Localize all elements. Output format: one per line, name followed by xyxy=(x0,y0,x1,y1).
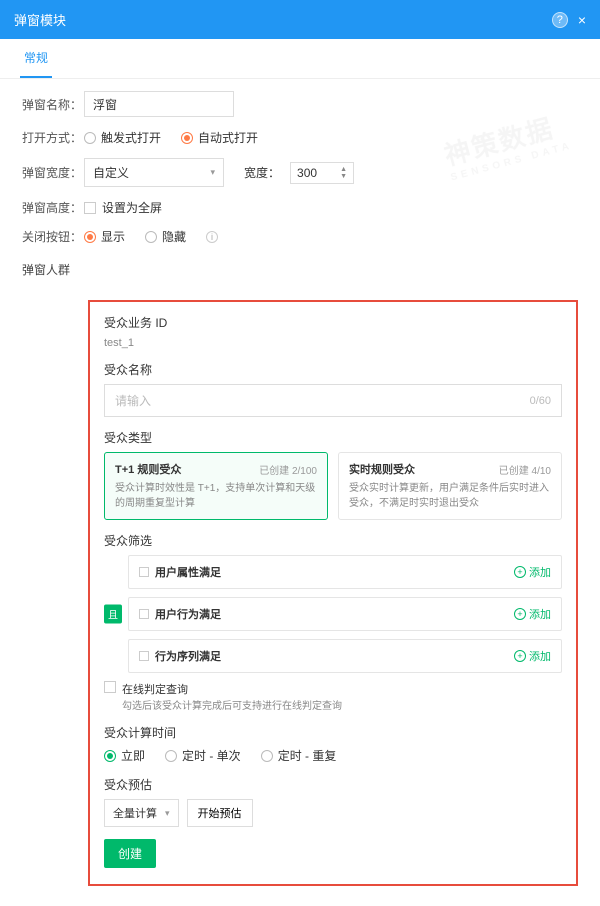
estimate-label: 受众预估 xyxy=(104,776,562,793)
chevron-down-icon[interactable]: ▼ xyxy=(340,173,347,180)
char-counter: 0/60 xyxy=(530,395,551,407)
checkbox-icon[interactable] xyxy=(139,651,149,661)
audience-panel: 受众业务 ID test_1 受众名称 请输入 0/60 受众类型 T+1 规则… xyxy=(88,300,578,886)
calc-time-label: 受众计算时间 xyxy=(104,724,562,741)
radio-icon xyxy=(181,132,193,144)
radio-icon xyxy=(165,750,177,762)
online-check-desc: 勾选后该受众计算完成后可支持进行在线判定查询 xyxy=(122,697,342,712)
close-show[interactable]: 显示 xyxy=(84,228,125,245)
calc-now[interactable]: 立即 xyxy=(104,747,145,764)
popup-name-input[interactable] xyxy=(84,91,234,117)
open-mode-label: 打开方式： xyxy=(22,129,84,146)
filter-label: 受众筛选 xyxy=(104,532,562,549)
radio-icon xyxy=(84,231,96,243)
radio-icon xyxy=(84,132,96,144)
filter-row-behavior-sequence: 行为序列满足 + 添加 xyxy=(128,639,562,673)
radio-icon xyxy=(261,750,273,762)
biz-id-label: 受众业务 ID xyxy=(104,314,562,331)
calc-once[interactable]: 定时 - 单次 xyxy=(165,747,241,764)
tabs: 常规 xyxy=(0,39,600,79)
modal-header: 弹窗模块 ? × xyxy=(0,0,600,39)
chevron-down-icon: ▾ xyxy=(210,167,215,178)
plus-icon: + xyxy=(514,566,526,578)
popup-height-label: 弹窗高度： xyxy=(22,199,84,216)
biz-id-value: test_1 xyxy=(104,337,562,349)
radio-icon xyxy=(145,231,157,243)
and-chip: 且 xyxy=(104,605,122,624)
close-hide[interactable]: 隐藏 xyxy=(145,228,186,245)
close-icon[interactable]: × xyxy=(578,13,586,27)
type-card-realtime[interactable]: 实时规则受众 已创建 4/10 受众实时计算更新，用户满足条件后实时进入受众，不… xyxy=(338,452,562,520)
help-icon[interactable]: ? xyxy=(552,12,568,28)
checkbox-icon[interactable] xyxy=(139,609,149,619)
audience-section-label: 弹窗人群 xyxy=(22,261,84,278)
open-mode-auto[interactable]: 自动式打开 xyxy=(181,129,258,146)
chevron-down-icon: ▾ xyxy=(165,808,170,819)
tab-general[interactable]: 常规 xyxy=(20,39,52,78)
modal-title: 弹窗模块 xyxy=(14,10,66,29)
audience-name-input[interactable]: 请输入 0/60 xyxy=(104,384,562,417)
start-estimate-button[interactable]: 开始预估 xyxy=(187,799,253,827)
checkbox-icon[interactable] xyxy=(139,567,149,577)
audience-name-label: 受众名称 xyxy=(104,361,562,378)
width-sub-label: 宽度： xyxy=(244,164,280,181)
plus-icon: + xyxy=(514,650,526,662)
popup-name-label: 弹窗名称： xyxy=(22,96,84,113)
create-button[interactable]: 创建 xyxy=(104,839,156,868)
plus-icon: + xyxy=(514,608,526,620)
popup-width-select[interactable]: 自定义 ▾ xyxy=(84,158,224,187)
open-mode-trigger[interactable]: 触发式打开 xyxy=(84,129,161,146)
filter-row-user-behavior: 用户行为满足 + 添加 xyxy=(128,597,562,631)
calc-repeat[interactable]: 定时 - 重复 xyxy=(261,747,337,764)
width-stepper[interactable]: 300 ▲▼ xyxy=(290,162,354,184)
audience-type-label: 受众类型 xyxy=(104,429,562,446)
filter-row-user-attr: 用户属性满足 + 添加 xyxy=(128,555,562,589)
form-area: 弹窗名称： 打开方式： 触发式打开 自动式打开 弹窗宽度： 自定义 ▾ 宽度： … xyxy=(0,79,600,300)
online-check[interactable] xyxy=(104,681,116,693)
info-icon[interactable]: i xyxy=(206,231,218,243)
add-user-attr[interactable]: + 添加 xyxy=(514,564,551,580)
close-button-label: 关闭按钮： xyxy=(22,228,84,245)
online-check-label: 在线判定查询 xyxy=(122,681,342,697)
type-card-t1[interactable]: T+1 规则受众 已创建 2/100 受众计算时效性是 T+1，支持单次计算和天… xyxy=(104,452,328,520)
chevron-up-icon[interactable]: ▲ xyxy=(340,166,347,173)
fullscreen-checkbox[interactable] xyxy=(84,202,96,214)
add-behavior-seq[interactable]: + 添加 xyxy=(514,648,551,664)
popup-width-label: 弹窗宽度： xyxy=(22,164,84,181)
estimate-select[interactable]: 全量计算 ▾ xyxy=(104,799,179,827)
add-user-behavior[interactable]: + 添加 xyxy=(514,606,551,622)
radio-icon xyxy=(104,750,116,762)
